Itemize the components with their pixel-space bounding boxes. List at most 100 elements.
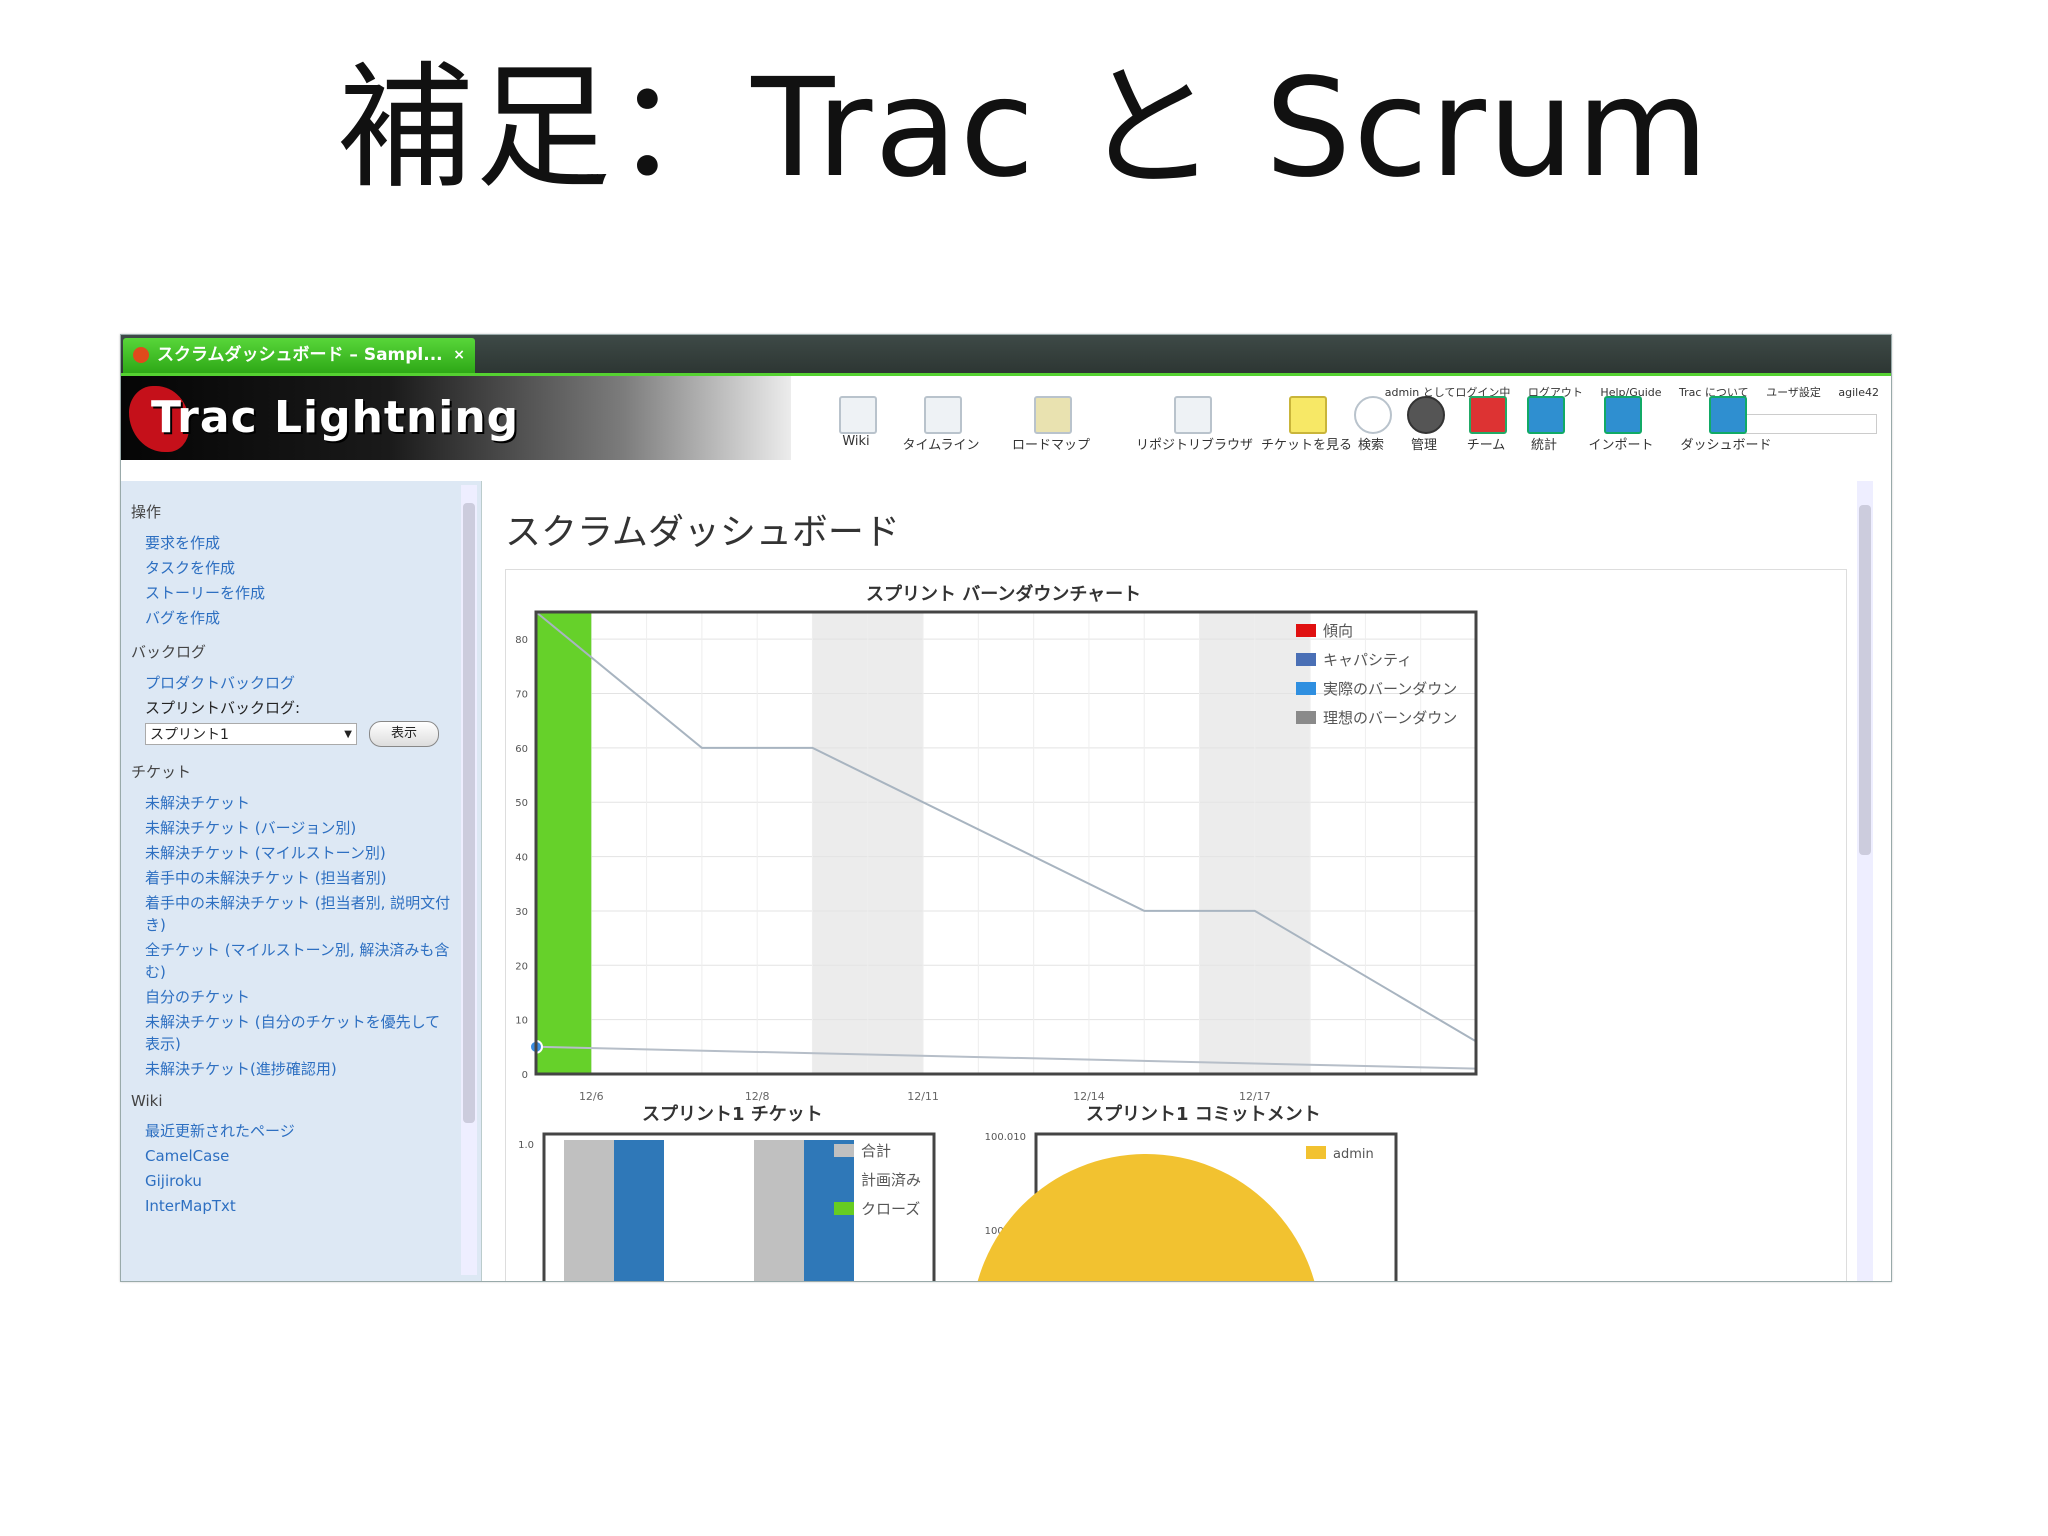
legend-label: キャパシティ [1323,651,1412,669]
sidebar-scrollbar[interactable] [461,485,477,1275]
sidebar-section-backlog: バックログ [131,643,207,661]
tab-bar: スクラムダッシュボード – Sampl... × [121,335,1891,376]
nav-dashboard[interactable]: ダッシュボード [1671,376,1781,460]
import-icon [1604,396,1642,434]
trac-favicon-icon [133,347,149,363]
chart-icon [1527,396,1565,434]
sidebar-section-ops: 操作 [131,503,162,521]
y-tick-label: 50 [515,798,528,809]
tab-title: スクラムダッシュボード – Sampl... [157,345,443,365]
sidebar-link-wiki[interactable]: Gijiroku [145,1170,451,1192]
sidebar-link-ticket[interactable]: 未解決チケット(進捗確認用) [145,1058,451,1080]
burndown-chart: 0102030405060708012/6 12/8 12/11 12/14 12/17… [515,610,1478,1103]
legend-label: 計画済み [861,1171,921,1189]
y-tick-label: 40 [515,853,528,864]
sidebar-link-create-task[interactable]: タスクを作成 [145,557,451,579]
legend-swatch [834,1144,854,1157]
sidebar-section-wiki: Wiki [131,1092,163,1110]
sidebar-link-ticket[interactable]: 自分のチケット [145,986,451,1008]
sidebar-link-ticket[interactable]: 未解決チケット (バージョン別) [145,817,451,839]
trac-banner: Trac Lightning admin としてログイン中 ログアウト Help… [121,376,1891,460]
y-tick-label: 0 [522,1070,528,1081]
legend-swatch [1296,682,1316,695]
dashboard-panel: スプリント バーンダウンチャート 0 10 20 30 40 50 60 70 80 12/6 12… [505,569,1847,1281]
close-tab-icon[interactable]: × [453,338,465,373]
chevron-down-icon: ▼ [344,729,352,740]
burndown-title: スプリント バーンダウンチャート [866,584,1142,605]
nav-search[interactable]: 検索 [1343,376,1399,460]
sidebar-link-create-requirement[interactable]: 要求を作成 [145,532,451,554]
timeline-icon [924,396,962,434]
tickets-chart-title: スプリント1 チケット [642,1104,823,1125]
sidebar-link-create-bug[interactable]: バグを作成 [145,607,451,629]
nav-roadmap[interactable]: ロードマップ [1006,376,1096,460]
main-scroll-thumb[interactable] [1859,505,1871,855]
y-tick-label: 100.010 [985,1132,1026,1143]
dashboard-icon [1709,396,1747,434]
y-tick-label: 10 [515,1016,528,1027]
legend-swatch [834,1173,854,1186]
legend-label: 合計 [861,1142,891,1160]
commitment-chart: 100.010100.005admin [977,1132,1398,1281]
nav-stats[interactable]: 統計 [1516,376,1572,460]
team-icon [1469,396,1507,434]
sidebar-link-product-backlog[interactable]: プロダクトバックログ [145,672,451,694]
legend-swatch [834,1202,854,1215]
browser-tab[interactable]: スクラムダッシュボード – Sampl... × [123,338,475,373]
repository-icon [1174,396,1212,434]
commitment-chart-title: スプリント1 コミットメント [1086,1104,1321,1125]
nav-admin[interactable]: 管理 [1396,376,1452,460]
x-tick-label: 12/6 [579,1090,604,1103]
legend-label: クローズ [861,1200,920,1218]
x-tick-label: 12/11 [907,1090,939,1103]
nav-team[interactable]: チーム [1451,376,1521,460]
sprint-backlog-label: スプリントバックログ: [145,699,301,717]
sprint-select[interactable]: スプリント1 ▼ [145,723,357,745]
browser-window: スクラムダッシュボード – Sampl... × Trac Lightning … [120,334,1892,1282]
y-tick-label: 20 [515,961,528,972]
sidebar-scroll-thumb[interactable] [463,503,475,1123]
roadmap-icon [1034,396,1072,434]
sidebar-link-ticket[interactable]: 着手中の未解決チケット (担当者別, 説明文付き) [145,892,451,936]
sidebar-link-ticket[interactable]: 未解決チケット [145,792,451,814]
sidebar-link-ticket[interactable]: 未解決チケット (マイルストーン別) [145,842,451,864]
nav-timeline[interactable]: タイムライン [896,376,986,460]
y-tick-label: 70 [515,690,528,701]
wiki-icon [839,396,877,434]
sidebar-section-tickets: チケット [131,763,192,781]
nav-browser[interactable]: リポジトリブラウザ [1136,376,1253,460]
search-icon [1354,396,1392,434]
main-scrollbar[interactable] [1857,481,1873,1281]
legend-swatch [1296,653,1316,666]
sprint-start-band [536,612,592,1074]
tickets-chart: 1.0 合計計画済みクローズ [518,1132,936,1281]
sidebar-link-create-story[interactable]: ストーリーを作成 [145,582,451,604]
page-title: スクラムダッシュボード [505,512,900,553]
nav-wiki[interactable]: Wiki [811,376,901,460]
sidebar-link-ticket[interactable]: 未解決チケット (自分のチケットを優先して表示) [145,1011,451,1055]
nav-tickets[interactable]: チケットを見る [1261,376,1352,460]
nav-import[interactable]: インポート [1576,376,1666,460]
y-tick-label: 30 [515,907,528,918]
sidebar-link-ticket[interactable]: 全チケット (マイルストーン別, 解決済みも含む) [145,939,451,983]
legend-label: 理想のバーンダウン [1323,709,1457,727]
trac-logo[interactable]: Trac Lightning [121,376,791,460]
sidebar-link-wiki[interactable]: 最近更新されたページ [145,1120,451,1142]
show-button[interactable]: 表示 [369,721,439,747]
legend-label: 実際のバーンダウン [1323,680,1457,698]
agile42-link[interactable]: agile42 [1838,386,1879,399]
legend-swatch [1296,624,1316,637]
sidebar-link-ticket[interactable]: 着手中の未解決チケット (担当者別) [145,867,451,889]
gear-icon [1407,396,1445,434]
sidebar-link-wiki[interactable]: InterMapTxt [145,1195,451,1217]
sidebar: 操作 要求を作成 タスクを作成 ストーリーを作成 バグを作成 バックログ プロダ… [121,481,482,1281]
sidebar-link-wiki[interactable]: CamelCase [145,1145,451,1167]
bar [564,1140,614,1281]
y-tick-label: 1.0 [518,1140,534,1151]
slide-title: 補足：Trac と Scrum [337,50,1711,208]
legend-swatch [1296,711,1316,724]
main-content: スクラムダッシュボード スプリント バーンダウンチャート 0 10 20 30 40 50… [483,481,1873,1281]
bar [614,1140,664,1281]
legend-label: admin [1333,1147,1374,1162]
bar [754,1140,804,1281]
